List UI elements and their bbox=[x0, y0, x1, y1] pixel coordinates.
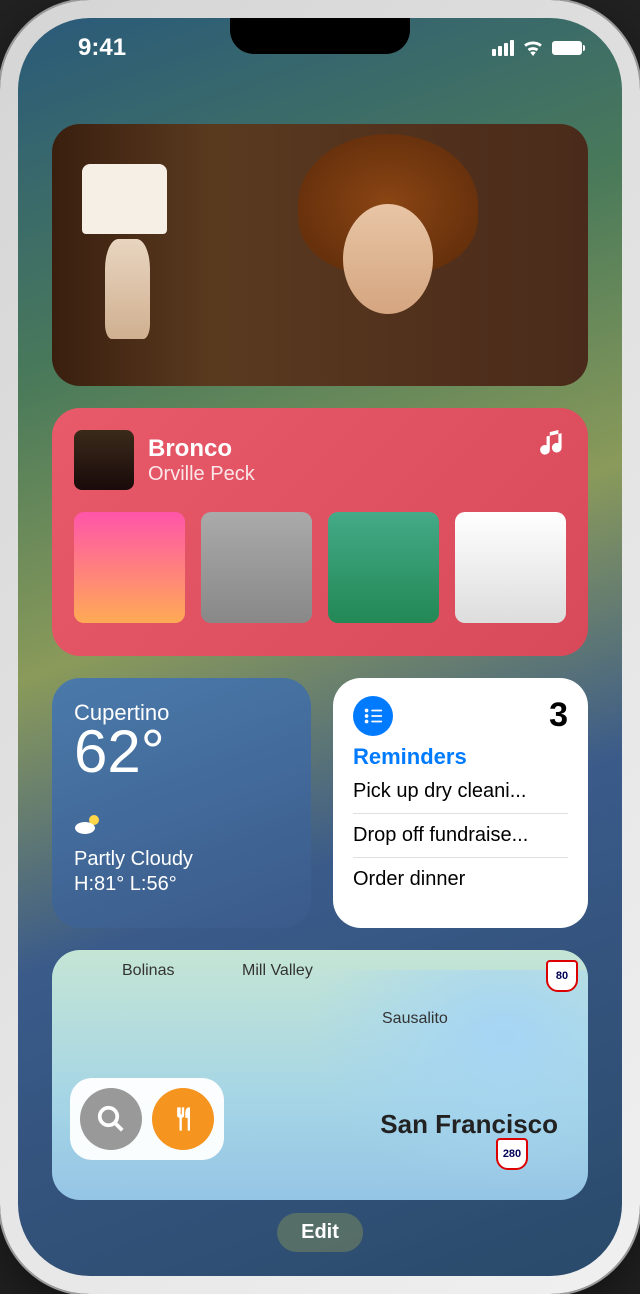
music-widget[interactable]: Bronco Orville Peck bbox=[52, 408, 588, 656]
reminders-widget[interactable]: 3 Reminders Pick up dry cleani... Drop o… bbox=[333, 678, 588, 928]
maps-widget[interactable]: Bolinas Mill Valley Sausalito 80 280 San… bbox=[52, 950, 588, 1200]
reminder-item[interactable]: Drop off fundraise... bbox=[353, 814, 568, 858]
battery-icon bbox=[552, 41, 582, 55]
map-label: Sausalito bbox=[382, 1010, 448, 1028]
photos-widget[interactable] bbox=[52, 124, 588, 386]
map-label: Mill Valley bbox=[242, 962, 313, 980]
maps-search-button[interactable] bbox=[80, 1088, 142, 1150]
weather-condition-icon bbox=[74, 812, 289, 842]
device-notch bbox=[230, 18, 410, 54]
music-artist: Orville Peck bbox=[148, 463, 255, 486]
status-icons bbox=[492, 40, 582, 56]
status-time: 9:41 bbox=[78, 34, 126, 62]
route-shield-icon: 80 bbox=[546, 960, 578, 992]
album-suggestion[interactable] bbox=[201, 512, 312, 623]
weather-condition: Partly Cloudy bbox=[74, 848, 289, 871]
cellular-signal-icon bbox=[492, 40, 514, 56]
maps-restaurants-button[interactable] bbox=[152, 1088, 214, 1150]
album-suggestion[interactable] bbox=[328, 512, 439, 623]
photo-content bbox=[248, 134, 528, 384]
photo-content bbox=[82, 164, 172, 344]
map-city-label: San Francisco bbox=[380, 1109, 558, 1140]
album-suggestion[interactable] bbox=[455, 512, 566, 623]
reminders-title: Reminders bbox=[353, 744, 568, 770]
weather-widget[interactable]: Cupertino 62° Partly Cloudy H:81° L:56° bbox=[52, 678, 311, 928]
album-suggestion[interactable] bbox=[74, 512, 185, 623]
weather-temperature: 62° bbox=[74, 722, 289, 782]
map-label: Bolinas bbox=[122, 962, 174, 980]
maps-controls bbox=[70, 1078, 224, 1160]
reminders-list-icon bbox=[353, 696, 393, 736]
weather-high-low: H:81° L:56° bbox=[74, 873, 289, 896]
reminder-item[interactable]: Pick up dry cleani... bbox=[353, 770, 568, 814]
map-water bbox=[308, 970, 588, 1190]
album-cover bbox=[74, 430, 134, 490]
wifi-icon bbox=[522, 40, 544, 56]
edit-button[interactable]: Edit bbox=[277, 1213, 363, 1252]
music-track-title: Bronco bbox=[148, 435, 255, 463]
reminders-count: 3 bbox=[549, 696, 568, 735]
reminder-item[interactable]: Order dinner bbox=[353, 858, 568, 901]
route-shield-icon: 280 bbox=[496, 1138, 528, 1170]
music-note-icon bbox=[540, 430, 566, 468]
